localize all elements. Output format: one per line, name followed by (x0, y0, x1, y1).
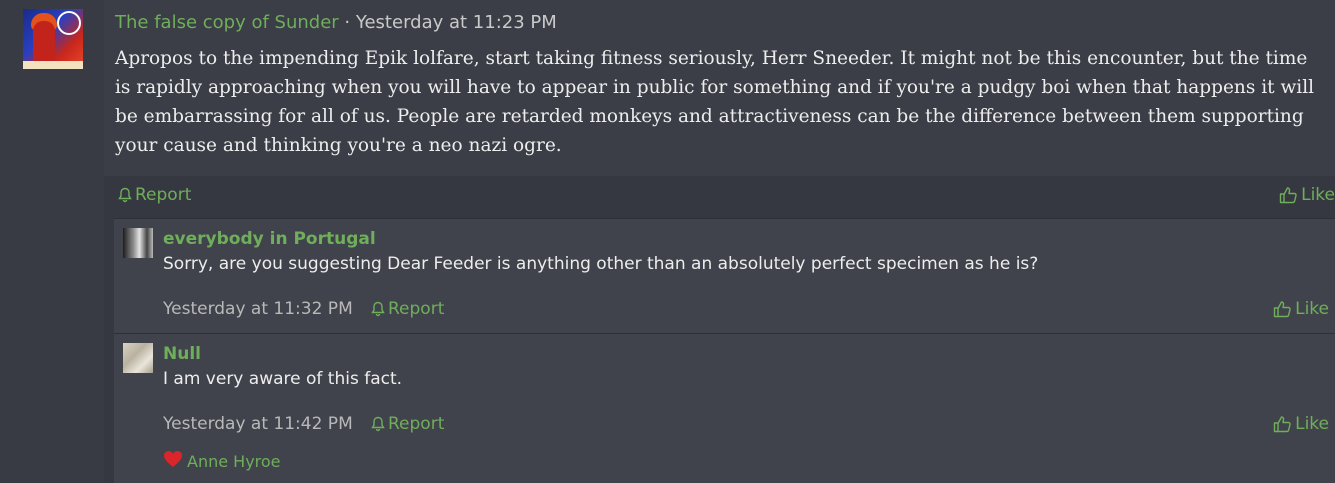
post: The false copy of Sunder · Yesterday at … (104, 0, 1335, 483)
reaction-summary[interactable]: Anne Hyroe (163, 450, 281, 472)
post-header: The false copy of Sunder · Yesterday at … (115, 12, 557, 33)
reply-item: everybody in Portugal Sorry, are you sug… (114, 218, 1335, 334)
reply-avatar[interactable] (123, 343, 153, 373)
post-body: The false copy of Sunder · Yesterday at … (104, 0, 1335, 176)
report-button[interactable]: Report (118, 185, 191, 205)
bell-icon (371, 416, 385, 432)
like-label: Like (1301, 185, 1335, 205)
heart-icon (163, 450, 183, 472)
report-label: Report (135, 185, 192, 205)
reply-report-button[interactable]: Report (371, 299, 444, 319)
reaction-user[interactable]: Anne Hyroe (187, 452, 281, 471)
reply-report-button[interactable]: Report (371, 414, 444, 434)
reply-text: Sorry, are you suggesting Dear Feeder is… (163, 254, 1039, 274)
bell-icon (371, 301, 385, 317)
reply-avatar[interactable] (123, 228, 153, 258)
reply-username[interactable]: Null (163, 344, 201, 364)
like-label: Like (1295, 299, 1329, 319)
reply-item: Null I am very aware of this fact. Yeste… (114, 333, 1335, 483)
post-gutter (0, 0, 104, 482)
thumbs-up-icon (1273, 300, 1292, 318)
report-label: Report (388, 299, 445, 319)
avatar[interactable] (23, 9, 83, 69)
thumbs-up-icon (1273, 415, 1292, 433)
reply-timestamp[interactable]: Yesterday at 11:42 PM (163, 414, 353, 434)
reply-username[interactable]: everybody in Portugal (163, 229, 376, 249)
reply-text: I am very aware of this fact. (163, 369, 403, 389)
thumbs-up-icon (1279, 186, 1298, 204)
bell-icon (118, 187, 132, 203)
reply-like-button[interactable]: Like (1273, 414, 1329, 434)
reply-timestamp[interactable]: Yesterday at 11:32 PM (163, 299, 353, 319)
report-label: Report (388, 414, 445, 434)
post-message: Apropos to the impending Epik lolfare, s… (115, 48, 1315, 156)
post-username[interactable]: The false copy of Sunder (115, 12, 339, 33)
like-label: Like (1295, 414, 1329, 434)
like-button[interactable]: Like (1279, 185, 1335, 205)
post-timestamp[interactable]: Yesterday at 11:23 PM (356, 12, 557, 33)
post-actions: Report Like (104, 177, 1335, 217)
header-separator: · (344, 12, 351, 33)
reply-like-button[interactable]: Like (1273, 299, 1329, 319)
